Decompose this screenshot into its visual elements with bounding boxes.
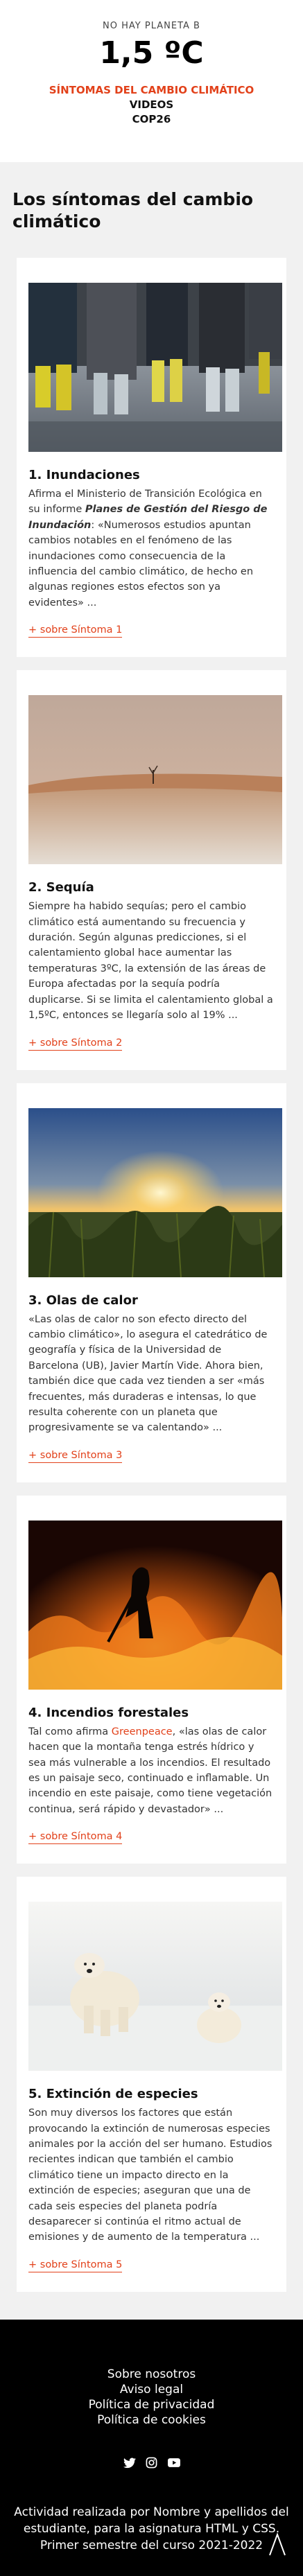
card-title: 3. Olas de calor xyxy=(28,1293,138,1308)
nav-item-videos[interactable]: VIDEOS xyxy=(130,98,173,112)
youtube-icon[interactable] xyxy=(167,2457,180,2469)
symptom-card-1: 1. Inundaciones Afirma el Ministerio de … xyxy=(17,258,286,658)
footer-link-about[interactable]: Sobre nosotros xyxy=(0,2367,303,2382)
more-link-2[interactable]: + sobre Síntoma 2 xyxy=(28,1037,123,1051)
footer-link-cookies[interactable]: Política de cookies xyxy=(0,2412,303,2428)
card-title: 1. Inundaciones xyxy=(28,468,140,482)
card-text: Afirma el Ministerio de Transición Ecoló… xyxy=(28,489,268,608)
symptom-card-2: 2. Sequía Siempre ha habido sequías; per… xyxy=(17,670,286,1070)
nav-item-sintomas[interactable]: SÍNTOMAS DEL CAMBIO CLIMÁTICO xyxy=(49,84,254,97)
wildfire-image xyxy=(28,1520,282,1690)
footer-credits: Actividad realizada por Nombre y apellid… xyxy=(14,2505,289,2552)
greenpeace-link[interactable]: Greenpeace xyxy=(112,1726,173,1737)
card-text: Siempre ha habido sequías; pero el cambi… xyxy=(28,901,273,1022)
footer-link-legal[interactable]: Aviso legal xyxy=(0,2382,303,2397)
back-to-top-icon[interactable] xyxy=(267,2530,288,2558)
site-header: NO HAY PLANETA B 1,5 ºC SÍNTOMAS DEL CAM… xyxy=(0,0,303,162)
page-title: Los síntomas del cambio climático xyxy=(12,189,254,231)
social-links xyxy=(0,2457,303,2469)
main-nav: SÍNTOMAS DEL CAMBIO CLIMÁTICO VIDEOS COP… xyxy=(0,84,303,126)
site-footer: Sobre nosotros Aviso legal Política de p… xyxy=(0,2319,303,2576)
more-link-5[interactable]: + sobre Síntoma 5 xyxy=(28,2259,123,2272)
nav-item-cop26[interactable]: COP26 xyxy=(132,113,171,126)
symptom-card-4: 4. Incendios forestales Tal como afirma … xyxy=(17,1495,286,1864)
heatwave-image xyxy=(28,1107,282,1277)
footer-links: Sobre nosotros Aviso legal Política de p… xyxy=(0,2367,303,2428)
twitter-icon[interactable] xyxy=(123,2457,136,2469)
polar-bears-image xyxy=(28,1902,282,2071)
footer-link-privacy[interactable]: Política de privacidad xyxy=(0,2397,303,2412)
main-content: Los síntomas del cambio climático 1. Inu… xyxy=(0,162,303,2320)
card-title: 5. Extinción de especies xyxy=(28,2087,198,2102)
card-text: Son muy diversos los factores que están … xyxy=(28,2108,272,2243)
more-link-4[interactable]: + sobre Síntoma 4 xyxy=(28,1831,123,1845)
site-logo[interactable]: 1,5 ºC xyxy=(0,34,303,73)
card-title: 2. Sequía xyxy=(28,880,94,895)
site-kicker: NO HAY PLANETA B xyxy=(103,21,200,31)
card-text: Tal como afirma Greenpeace, «las olas de… xyxy=(28,1726,272,1815)
symptom-card-5: 5. Extinción de especies Son muy diverso… xyxy=(17,1877,286,2292)
card-title: 4. Incendios forestales xyxy=(28,1705,189,1720)
flood-image xyxy=(28,283,282,452)
more-link-1[interactable]: + sobre Síntoma 1 xyxy=(28,624,123,638)
card-text: «Las olas de calor no son efecto directo… xyxy=(28,1313,268,1434)
drought-image xyxy=(28,695,282,865)
instagram-icon[interactable] xyxy=(146,2457,158,2469)
more-link-3[interactable]: + sobre Síntoma 3 xyxy=(28,1450,123,1463)
symptom-card-3: 3. Olas de calor «Las olas de calor no s… xyxy=(17,1083,286,1482)
